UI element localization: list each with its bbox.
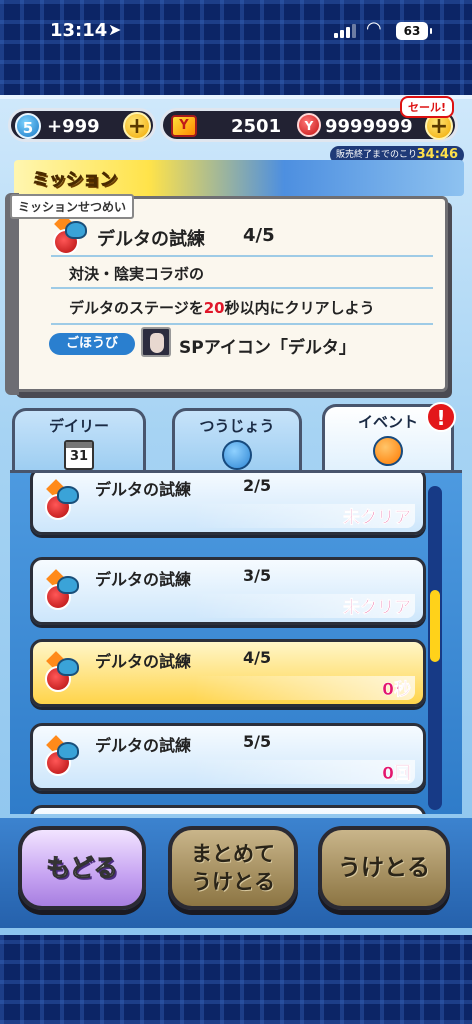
mission-desc-line2-pre: デルタのステージを xyxy=(69,299,204,317)
receive-all-line1: まとめて xyxy=(191,842,275,866)
reward-avatar-icon xyxy=(141,327,171,357)
list-item[interactable] xyxy=(30,805,426,814)
mission-desc-line1: 対決・陰実コラボの xyxy=(69,265,205,283)
mission-desc-label: ミッションせつめい xyxy=(10,194,135,219)
list-item-status: 未クリア xyxy=(343,508,412,529)
back-button[interactable]: もどる xyxy=(18,826,146,910)
list-item[interactable]: デルタの試練 3/5 未クリア xyxy=(30,557,426,625)
mission-tabs: デイリー 31 つうじょう イベント xyxy=(0,400,472,474)
list-item[interactable]: デルタの試練 5/5 0回 xyxy=(30,723,426,791)
wifi-icon: ◠ xyxy=(366,18,382,39)
mission-mascot-icon xyxy=(45,479,79,520)
ymoney-icon: Y xyxy=(297,113,321,137)
rocket-icon: ➤ xyxy=(108,20,122,39)
mission-mascot-icon xyxy=(45,651,79,692)
event-bubble-icon xyxy=(373,436,403,466)
list-item-status-bar xyxy=(97,760,415,784)
tab-normal-label: つうじょう xyxy=(199,417,275,435)
tab-daily-label: デイリー xyxy=(48,417,109,435)
currency-bar: 5 +999 + Y 2501 Y 9999999 + xyxy=(8,104,464,144)
orb-extra: +999 xyxy=(47,116,100,137)
event-alert-badge: ! xyxy=(426,402,456,432)
sale-timer-label: 販売終了までのこり xyxy=(336,150,418,160)
mission-header: ミッション xyxy=(14,160,464,196)
receive-all-button[interactable]: まとめて うけとる xyxy=(168,826,298,910)
status-bar: 13:14 ➤ ◠ 63 xyxy=(0,0,472,64)
mission-desc-line2-num: 20 xyxy=(203,299,225,317)
list-item-status: 未クリア xyxy=(343,598,412,619)
list-item[interactable]: デルタの試練 2/5 未クリア xyxy=(30,473,426,535)
mission-mascot-icon xyxy=(45,569,79,610)
mission-progress: 4/5 xyxy=(243,225,275,246)
orb-plus-button[interactable]: + xyxy=(123,112,151,140)
ticket-count: 2501 xyxy=(231,116,282,137)
list-item-status: 0秒 xyxy=(382,680,411,701)
list-item-title: デルタの試練 xyxy=(95,480,192,499)
list-item-title: デルタの試練 xyxy=(95,570,192,589)
divider xyxy=(51,323,433,325)
status-time: 13:14 xyxy=(50,20,108,41)
mission-description-book: デルタの試練 4/5 対決・陰実コラボの デルタのステージを20秒以内にクリアし… xyxy=(5,193,448,395)
battery-icon: 63 xyxy=(396,22,432,40)
mission-mascot-icon xyxy=(45,735,79,776)
orb-pill: 5 +999 + xyxy=(8,108,156,142)
tab-normal[interactable]: つうじょう xyxy=(172,408,302,472)
mission-desc-line2-post: 秒以内にクリアしよう xyxy=(224,299,375,317)
list-item-progress: 3/5 xyxy=(243,566,272,585)
mission-title: デルタの試練 xyxy=(97,229,205,250)
reward-tag: ごほうび xyxy=(49,333,135,355)
receive-all-line2: うけとる xyxy=(191,870,275,894)
mission-mascot-icon xyxy=(53,214,87,255)
mission-list[interactable]: デルタの試練 2/5 未クリア デルタの試練 3/5 未クリア デルタの試練 4… xyxy=(10,470,462,814)
list-item-title: デルタの試練 xyxy=(95,736,192,755)
scrollbar-thumb[interactable] xyxy=(430,590,440,662)
mission-header-title: ミッション xyxy=(32,170,118,191)
coin-count: 9999999 xyxy=(325,116,413,137)
calendar-icon: 31 xyxy=(64,440,94,470)
list-item-progress: 4/5 xyxy=(243,648,272,667)
receive-button[interactable]: うけとる xyxy=(318,826,450,910)
list-item-status-bar xyxy=(97,676,415,700)
orb-icon: 5 xyxy=(15,113,41,139)
ticket-icon: Y xyxy=(171,115,197,137)
list-item-progress: 5/5 xyxy=(243,732,272,751)
sale-badge[interactable]: セール! xyxy=(400,96,455,118)
list-item-title: デルタの試練 xyxy=(95,652,192,671)
list-scrollbar[interactable] xyxy=(428,486,442,810)
check-bubble-icon xyxy=(222,440,252,470)
list-item-selected[interactable]: デルタの試練 4/5 0秒 xyxy=(30,639,426,707)
list-item-status: 0回 xyxy=(382,764,411,785)
mission-desc-line2: デルタのステージを20秒以内にクリアしよう xyxy=(69,297,375,318)
list-item-progress: 2/5 xyxy=(243,476,272,495)
signal-icon xyxy=(334,24,356,38)
divider xyxy=(51,255,433,257)
reward-text: SPアイコン「デルタ」 xyxy=(179,338,356,358)
tab-daily[interactable]: デイリー 31 xyxy=(12,408,146,472)
divider xyxy=(51,287,433,289)
